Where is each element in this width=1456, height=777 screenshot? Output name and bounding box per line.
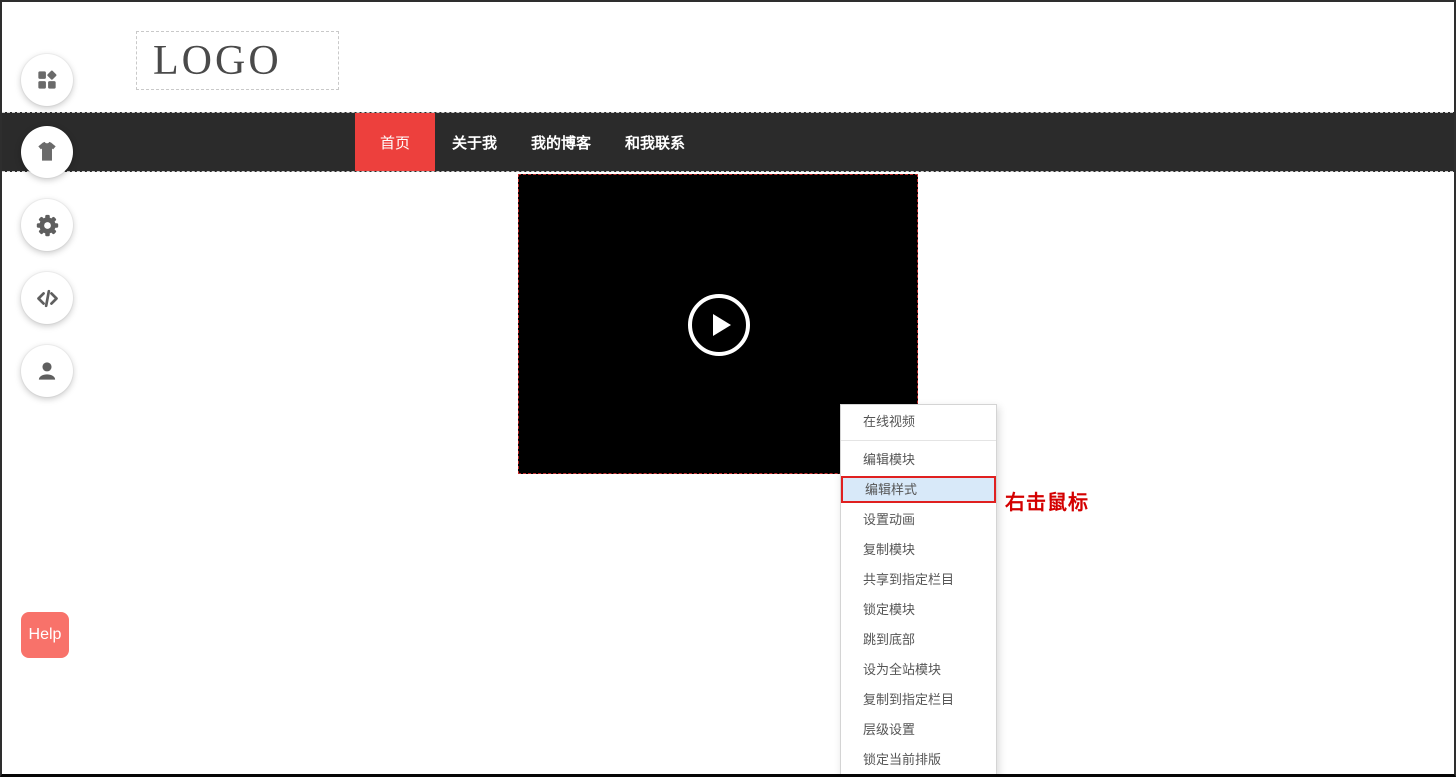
account-button[interactable] — [21, 345, 73, 397]
settings-button[interactable] — [21, 199, 73, 251]
context-menu: 在线视频 编辑模块 编辑样式 设置动画 复制模块 共享到指定栏目 锁定模块 跳到… — [840, 404, 997, 777]
context-menu-item-edit-style[interactable]: 编辑样式 — [841, 476, 996, 503]
site-navbar: 首页 关于我 我的博客 和我联系 — [2, 112, 1456, 172]
nav-item-home[interactable]: 首页 — [355, 113, 435, 171]
context-menu-item-edit-module[interactable]: 编辑模块 — [841, 445, 996, 475]
context-menu-item-copy-module[interactable]: 复制模块 — [841, 535, 996, 565]
nav-item-blog[interactable]: 我的博客 — [514, 132, 608, 153]
help-button[interactable]: Help — [21, 612, 69, 658]
right-click-annotation: 右击鼠标 — [1005, 486, 1089, 515]
nav-item-contact[interactable]: 和我联系 — [608, 132, 702, 153]
modules-grid-icon — [34, 67, 60, 93]
context-menu-item-layer-settings[interactable]: 层级设置 — [841, 715, 996, 745]
template-button[interactable] — [21, 126, 73, 178]
context-menu-item-share-to-column[interactable]: 共享到指定栏目 — [841, 565, 996, 595]
user-icon — [34, 358, 60, 384]
context-menu-item-copy-to-column[interactable]: 复制到指定栏目 — [841, 685, 996, 715]
context-menu-item-set-animation[interactable]: 设置动画 — [841, 505, 996, 535]
nav-item-about[interactable]: 关于我 — [435, 132, 514, 153]
tshirt-icon — [34, 139, 60, 165]
menu-separator — [841, 440, 996, 441]
logo-text: LOGO — [137, 40, 282, 82]
context-menu-item-lock-module[interactable]: 锁定模块 — [841, 595, 996, 625]
modules-button[interactable] — [21, 54, 73, 106]
play-icon — [713, 314, 731, 336]
context-menu-item-set-sitewide-module[interactable]: 设为全站模块 — [841, 655, 996, 685]
logo-module[interactable]: LOGO — [136, 31, 339, 90]
context-menu-item-lock-current-layout[interactable]: 锁定当前排版 — [841, 745, 996, 775]
editor-page: LOGO — [0, 0, 1456, 777]
nav-links: 关于我 我的博客 和我联系 — [435, 113, 702, 171]
gear-icon — [34, 212, 61, 239]
code-button[interactable] — [21, 272, 73, 324]
play-button[interactable] — [688, 294, 750, 356]
context-menu-item-online-video[interactable]: 在线视频 — [841, 407, 996, 437]
code-icon — [34, 285, 61, 312]
context-menu-item-jump-to-bottom[interactable]: 跳到底部 — [841, 625, 996, 655]
